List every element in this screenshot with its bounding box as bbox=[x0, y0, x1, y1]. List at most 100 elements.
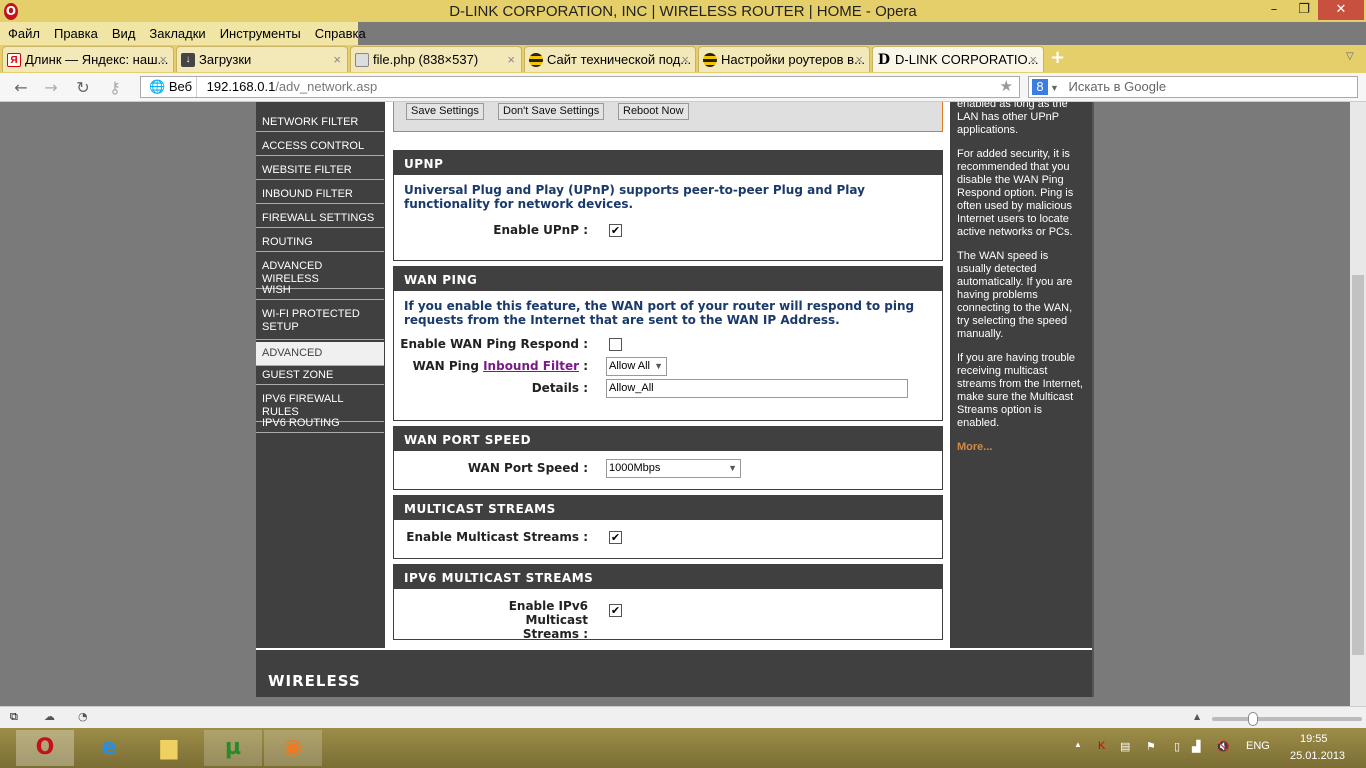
scrollbar-thumb[interactable] bbox=[1352, 275, 1364, 655]
key-icon[interactable]: ⚷ bbox=[104, 78, 126, 97]
tab-yandex[interactable]: Я Длинк — Яндекс: наш... × bbox=[2, 46, 174, 72]
cloud-icon[interactable]: ☁ bbox=[44, 710, 55, 723]
tray-expand-icon[interactable]: ▲ bbox=[1074, 740, 1082, 749]
details-input[interactable]: Allow_All bbox=[606, 379, 908, 398]
tab-list-chevron-icon[interactable]: ▽ bbox=[1346, 51, 1354, 62]
tray-flag-us-icon[interactable]: ▤ bbox=[1120, 740, 1130, 753]
taskbar-explorer-icon[interactable]: ▆ bbox=[140, 730, 198, 766]
reload-icon[interactable]: ↻ bbox=[72, 78, 94, 97]
title-bar: D-LINK CORPORATION, INC | WIRELESS ROUTE… bbox=[0, 0, 1366, 22]
enable-ipv6-multicast-label: Enable IPv6 Multicast Streams : bbox=[508, 599, 588, 641]
inbound-filter-select[interactable]: Allow All ▼ bbox=[606, 357, 667, 376]
url-host: 192.168.0.1 bbox=[206, 79, 276, 94]
tab-downloads[interactable]: ↓ Загрузки × bbox=[176, 46, 348, 72]
download-icon: ↓ bbox=[181, 53, 195, 67]
taskbar-ie-icon[interactable]: e bbox=[80, 730, 138, 766]
dont-save-settings-button[interactable]: Don't Save Settings bbox=[498, 103, 605, 120]
sidebar-item-routing[interactable]: ROUTING bbox=[256, 234, 384, 252]
tab-label: Длинк — Яндекс: наш... bbox=[25, 52, 169, 67]
help-upnp-text: enabled as long as the LAN has other UPn… bbox=[957, 102, 1068, 136]
close-tab-icon[interactable]: × bbox=[333, 47, 341, 72]
close-tab-icon[interactable]: × bbox=[159, 47, 167, 72]
tab-file-php[interactable]: file.php (838×537) × bbox=[350, 46, 522, 72]
taskbar-opera-icon[interactable]: O bbox=[16, 730, 74, 766]
settings-button-bar: Save Settings Don't Save Settings Reboot… bbox=[393, 102, 943, 132]
inbound-filter-link[interactable]: Inbound Filter bbox=[483, 359, 579, 373]
menu-bookmarks[interactable]: Закладки bbox=[149, 26, 205, 41]
search-engine-chevron-icon[interactable]: ▼ bbox=[1050, 83, 1059, 93]
zoom-slider-handle[interactable] bbox=[1248, 712, 1258, 726]
menu-file[interactable]: Файл bbox=[8, 26, 40, 41]
close-tab-icon[interactable]: × bbox=[681, 47, 689, 72]
sidebar-item-wifi-protected-setup[interactable]: WI-FI PROTECTED SETUP bbox=[256, 306, 384, 340]
menu-edit[interactable]: Правка bbox=[54, 26, 98, 41]
upnp-section: UPNP Universal Plug and Play (UPnP) supp… bbox=[393, 150, 943, 261]
more-link[interactable]: More... bbox=[957, 441, 1084, 454]
zoom-up-icon[interactable]: ▲ bbox=[1194, 712, 1200, 721]
status-bar: ⧉ ☁ ◔ ▲ bbox=[0, 706, 1366, 728]
tab-label: file.php (838×537) bbox=[373, 52, 479, 67]
save-settings-button[interactable]: Save Settings bbox=[406, 103, 484, 120]
sidebar-item-access-control[interactable]: ACCESS CONTROL bbox=[256, 138, 384, 156]
address-input[interactable]: 🌐 Веб 192.168.0.1/adv_network.asp ★ bbox=[140, 76, 1020, 98]
forward-icon[interactable]: → bbox=[40, 78, 62, 97]
opera-logo-icon[interactable]: O bbox=[4, 3, 18, 20]
web-badge[interactable]: 🌐 Веб bbox=[141, 77, 197, 97]
tray-action-center-icon[interactable]: ⚑ bbox=[1146, 740, 1156, 753]
tab-dlink[interactable]: D D-LINK CORPORATIO... × bbox=[872, 46, 1044, 72]
sidebar-item-guest-zone[interactable]: GUEST ZONE bbox=[256, 367, 384, 385]
bookmark-star-icon[interactable]: ★ bbox=[1000, 77, 1013, 97]
sidebar-item-ipv6-routing[interactable]: IPV6 ROUTING bbox=[256, 415, 384, 433]
url-path: /adv_network.asp bbox=[275, 79, 378, 94]
ipv6-multicast-header: IPV6 MULTICAST STREAMS bbox=[394, 565, 942, 589]
tray-language[interactable]: ENG bbox=[1246, 740, 1270, 752]
wan-ping-respond-checkbox[interactable] bbox=[609, 338, 622, 351]
zoom-slider[interactable] bbox=[1212, 712, 1362, 726]
taskbar-app-icon[interactable]: ◉ bbox=[264, 730, 322, 766]
enable-upnp-checkbox[interactable]: ✔ bbox=[609, 224, 622, 237]
tray-antivirus-icon[interactable]: K bbox=[1098, 740, 1105, 752]
help-wan-ping-text: For added security, it is recommended th… bbox=[957, 148, 1074, 238]
page-footer: WIRELESS bbox=[256, 648, 1092, 697]
restore-button[interactable]: ❐ bbox=[1290, 0, 1318, 20]
panel-toggle-icon[interactable]: ⧉ bbox=[10, 710, 18, 724]
tray-time[interactable]: 19:55 bbox=[1300, 733, 1328, 745]
wan-port-speed-select[interactable]: 1000Mbps ▼ bbox=[606, 459, 741, 478]
close-tab-icon[interactable]: × bbox=[855, 47, 863, 72]
menu-view[interactable]: Вид bbox=[112, 26, 136, 41]
google-icon[interactable]: 8 bbox=[1032, 79, 1048, 95]
help-multicast-text: If you are having trouble receiving mult… bbox=[957, 352, 1083, 429]
wan-port-speed-section: WAN PORT SPEED WAN Port Speed : 1000Mbps ▼ bbox=[393, 426, 943, 490]
wan-port-speed-value: 1000Mbps bbox=[609, 462, 661, 474]
tray-battery-icon[interactable]: ▯ bbox=[1174, 740, 1180, 753]
sidebar-item-wish[interactable]: WISH bbox=[256, 282, 384, 300]
speed-dial-icon[interactable]: ◔ bbox=[78, 710, 88, 723]
beeline-icon bbox=[529, 53, 543, 67]
sidebar-item-inbound-filter[interactable]: INBOUND FILTER bbox=[256, 186, 384, 204]
tray-volume-muted-icon[interactable]: 🔇 bbox=[1216, 740, 1230, 753]
reboot-now-button[interactable]: Reboot Now bbox=[618, 103, 689, 120]
menu-help[interactable]: Справка bbox=[315, 26, 366, 41]
enable-ipv6-multicast-checkbox[interactable]: ✔ bbox=[609, 604, 622, 617]
tab-router-settings[interactable]: Настройки роутеров в... × bbox=[698, 46, 870, 72]
sidebar-item-website-filter[interactable]: WEBSITE FILTER bbox=[256, 162, 384, 180]
close-tab-icon[interactable]: × bbox=[507, 47, 515, 72]
menu-tools[interactable]: Инструменты bbox=[220, 26, 301, 41]
help-panel: enabled as long as the LAN has other UPn… bbox=[950, 102, 1092, 648]
tray-date[interactable]: 25.01.2013 bbox=[1290, 750, 1345, 762]
wan-ping-section: WAN PING If you enable this feature, the… bbox=[393, 266, 943, 421]
sidebar-item-firewall-settings[interactable]: FIREWALL SETTINGS bbox=[256, 210, 384, 228]
new-tab-button[interactable]: + bbox=[1050, 47, 1065, 68]
tab-support-site[interactable]: Сайт технической под... × bbox=[524, 46, 696, 72]
taskbar-utorrent-icon[interactable]: µ bbox=[204, 730, 262, 766]
address-toolbar: ← → ↻ ⚷ 🌐 Веб 192.168.0.1/adv_network.as… bbox=[0, 73, 1366, 102]
close-tab-icon[interactable]: × bbox=[1029, 47, 1037, 72]
sidebar-item-advanced-network[interactable]: ADVANCED NETWORK bbox=[256, 342, 384, 378]
minimize-button[interactable]: – bbox=[1260, 0, 1288, 20]
search-input[interactable]: 8 ▼ Искать в Google bbox=[1028, 76, 1358, 98]
close-button[interactable]: ✕ bbox=[1318, 0, 1364, 20]
back-icon[interactable]: ← bbox=[10, 78, 32, 97]
enable-multicast-checkbox[interactable]: ✔ bbox=[609, 531, 622, 544]
tray-network-icon[interactable]: ▟ bbox=[1192, 740, 1200, 753]
sidebar-item-network-filter[interactable]: NETWORK FILTER bbox=[256, 114, 384, 132]
